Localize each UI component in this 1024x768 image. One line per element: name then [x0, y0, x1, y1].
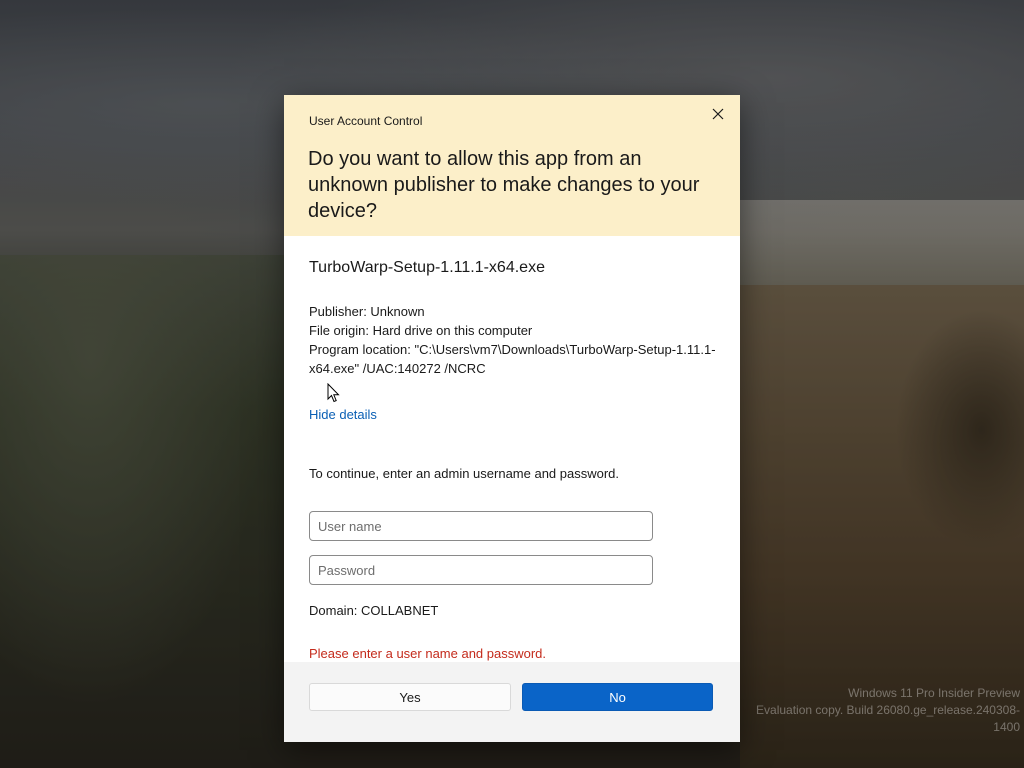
uac-dialog: User Account Control Do you want to allo… [284, 95, 740, 742]
dialog-title: User Account Control [309, 114, 423, 128]
watermark-edition: Windows 11 Pro Insider Preview [848, 686, 1020, 700]
program-location-text: Program location: "C:\Users\vm7\Download… [309, 342, 716, 376]
publisher-text: Publisher: Unknown [309, 304, 425, 319]
uac-footer: Yes No [284, 662, 740, 742]
close-icon[interactable] [704, 101, 732, 127]
mouse-pointer-icon [327, 383, 340, 403]
app-name: TurboWarp-Setup-1.11.1-x64.exe [309, 259, 545, 276]
hide-details-link[interactable]: Hide details [309, 407, 377, 422]
domain-text: Domain: COLLABNET [309, 603, 439, 618]
yes-button[interactable]: Yes [309, 683, 511, 711]
username-input[interactable] [309, 511, 653, 541]
windows-watermark: Windows 11 Pro Insider Preview Evaluatio… [730, 685, 1020, 736]
no-button[interactable]: No [522, 683, 713, 711]
uac-body: TurboWarp-Setup-1.11.1-x64.exe Publisher… [284, 236, 740, 662]
file-origin-text: File origin: Hard drive on this computer [309, 323, 533, 338]
watermark-build: Evaluation copy. Build 26080.ge_release.… [756, 703, 1020, 734]
uac-header: User Account Control Do you want to allo… [284, 95, 740, 236]
password-input[interactable] [309, 555, 653, 585]
uac-question: Do you want to allow this app from an un… [308, 148, 700, 222]
app-details: Publisher: Unknown File origin: Hard dri… [309, 302, 719, 378]
continue-instruction: To continue, enter an admin username and… [309, 466, 620, 481]
error-message: Please enter a user name and password. [309, 646, 547, 661]
